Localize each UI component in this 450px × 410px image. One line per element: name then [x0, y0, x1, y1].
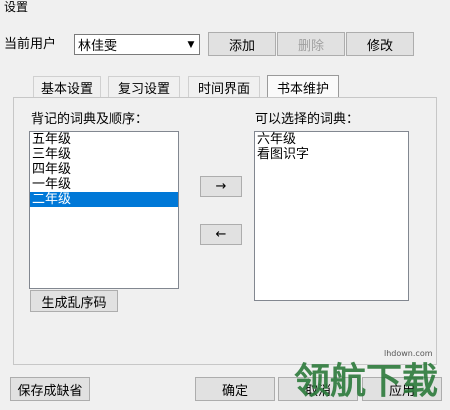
list-item[interactable]: 三年级 [30, 147, 178, 162]
list-item[interactable]: 六年级 [255, 132, 408, 147]
tab-book-maintenance[interactable]: 书本维护 [267, 75, 339, 98]
modify-user-button[interactable]: 修改 [346, 32, 414, 56]
list-item[interactable]: 五年级 [30, 132, 178, 147]
user-select-value: 林佳雯 [78, 39, 118, 54]
available-dictionaries-list[interactable]: 六年级 看图识字 [254, 131, 409, 301]
delete-user-button[interactable]: 删除 [277, 32, 345, 56]
watermark-site: lhdown.com [384, 349, 433, 358]
memorized-dictionaries-list[interactable]: 五年级 三年级 四年级 一年级 二年级 [29, 131, 179, 289]
move-right-button[interactable]: → [200, 176, 242, 197]
memorized-dictionaries-label: 背记的词典及顺序： [31, 112, 149, 127]
tab-basic-settings[interactable]: 基本设置 [33, 76, 101, 98]
list-item[interactable]: 四年级 [30, 162, 178, 177]
list-item[interactable]: 看图识字 [255, 147, 408, 162]
current-user-label: 当前用户 [4, 37, 57, 52]
arrow-right-icon: → [215, 179, 227, 194]
arrow-left-icon: ← [215, 227, 227, 242]
list-item-selected[interactable]: 二年级 [30, 192, 178, 207]
ok-button[interactable]: 确定 [195, 377, 275, 401]
generate-shuffle-button[interactable]: 生成乱序码 [30, 290, 118, 312]
tab-time-interface[interactable]: 时间界面 [188, 76, 260, 98]
chevron-down-icon[interactable]: ▼ [183, 35, 199, 54]
user-select[interactable]: 林佳雯 ▼ [74, 34, 200, 55]
window-title: 设置 [4, 0, 29, 14]
move-left-button[interactable]: ← [200, 224, 242, 245]
list-item[interactable]: 一年级 [30, 177, 178, 192]
available-dictionaries-label: 可以选择的词典： [255, 112, 360, 127]
save-default-button[interactable]: 保存成缺省 [10, 377, 90, 401]
add-user-button[interactable]: 添加 [208, 32, 276, 56]
watermark-logo: 领航下载 [294, 361, 439, 402]
tab-review-settings[interactable]: 复习设置 [108, 76, 180, 98]
